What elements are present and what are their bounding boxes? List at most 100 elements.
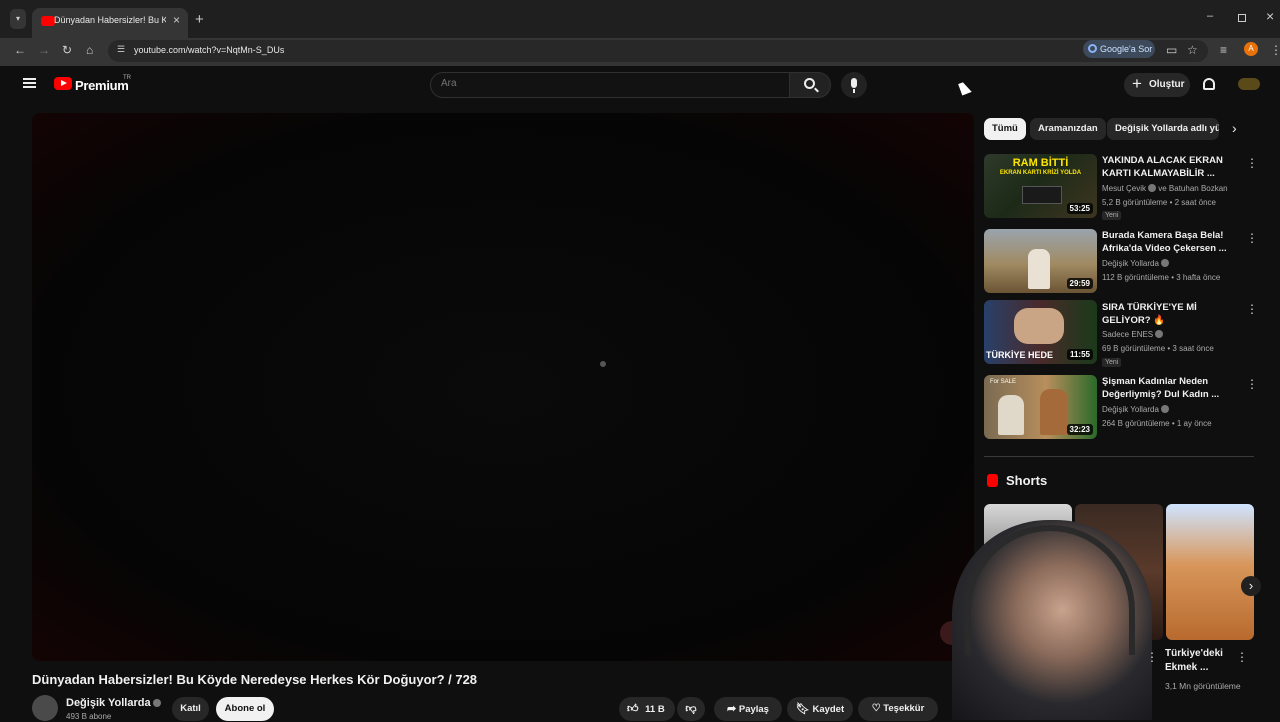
more-options-icon[interactable]: ⋮	[1246, 156, 1258, 170]
video-card-meta: 69 B görüntüleme • 3 saat önce	[1102, 344, 1214, 353]
like-button[interactable]: 👍︎ 11 B	[619, 697, 675, 721]
thumbnail-text: RAM BİTTİ	[1012, 157, 1069, 169]
create-label: Oluştur	[1149, 79, 1185, 90]
search-input[interactable]	[441, 78, 771, 89]
share-button[interactable]: ➦ Paylaş	[714, 697, 782, 721]
join-button[interactable]: Katıl	[172, 697, 209, 721]
google-ask-button[interactable]: Google'a Sor	[1083, 40, 1155, 58]
reload-icon[interactable]: ↻	[62, 43, 72, 57]
tab-title: Dünyadan Habersizler! Bu Köyde	[54, 15, 166, 25]
short-more-icon[interactable]: ⋮	[1236, 650, 1248, 664]
video-card-meta: 5,2 B görüntüleme • 2 saat önce	[1102, 198, 1216, 207]
thanks-button[interactable]: ♡ Teşekkür	[858, 697, 938, 721]
reading-list-icon[interactable]: ≡	[1220, 43, 1227, 57]
tab-list-button[interactable]: ▾	[10, 9, 26, 29]
channel-name[interactable]: Değişik Yollarda	[66, 697, 161, 709]
notifications-bell-icon[interactable]	[1203, 78, 1215, 90]
video-card-channel[interactable]: Değişik Yollarda	[1102, 405, 1169, 414]
brand-name[interactable]: Premium	[75, 78, 129, 93]
menu-dots-icon[interactable]: ⋮	[1270, 43, 1280, 57]
tab-close-icon[interactable]: ×	[173, 13, 180, 27]
video-card-channel[interactable]: Değişik Yollarda	[1102, 259, 1169, 268]
search-icon	[804, 78, 815, 89]
list-item[interactable]: For SALE 32:23 Şişman Kadınlar Neden Değ…	[984, 375, 1264, 443]
thumbs-up-icon: 👍︎	[627, 703, 639, 715]
close-window-button[interactable]: ×	[1266, 8, 1274, 24]
list-item[interactable]: RAM BİTTİ EKRAN KARTI KRİZİ YOLDA 53:25 …	[984, 154, 1264, 222]
thumbnail-figure	[1028, 249, 1050, 289]
video-card-title[interactable]: SIRA TÜRKİYE'YE Mİ GELİYOR? 🔥	[1102, 301, 1242, 327]
google-ask-label: Google'a Sor	[1100, 44, 1153, 54]
chips-next-icon[interactable]: ›	[1232, 120, 1237, 136]
video-thumbnail[interactable]: TÜRKİYE HEDE 11:55	[984, 300, 1097, 364]
video-duration: 29:59	[1066, 278, 1093, 289]
video-duration: 32:23	[1066, 424, 1093, 435]
verified-icon	[1155, 330, 1164, 338]
home-icon[interactable]: ⌂	[86, 43, 93, 57]
google-lens-icon	[1088, 44, 1097, 53]
video-card-title[interactable]: YAKINDA ALACAK EKRAN KARTI KALMAYABİLİR …	[1102, 154, 1242, 180]
cast-icon[interactable]: ▭	[1166, 43, 1177, 57]
video-thumbnail[interactable]: 29:59	[984, 229, 1097, 293]
site-info-icon[interactable]: ☰	[117, 44, 125, 55]
forward-icon[interactable]: →	[38, 43, 50, 57]
chip-channel[interactable]: Değişik Yollarda adlı yük	[1107, 118, 1219, 140]
divider	[984, 456, 1254, 457]
list-item[interactable]: TÜRKİYE HEDE 11:55 SIRA TÜRKİYE'YE Mİ GE…	[984, 300, 1264, 368]
dislike-button[interactable]: 👎︎	[677, 697, 705, 721]
address-field[interactable]: ☰ youtube.com/watch?v=NqtMn-S_DUs	[108, 40, 1208, 62]
more-options-icon[interactable]: ⋮	[1246, 302, 1258, 316]
verified-icon	[1160, 259, 1169, 267]
video-card-channel[interactable]: Mesut Çevik ve Batuhan Bozkan	[1102, 184, 1228, 193]
heart-dollar-icon: ♡	[871, 703, 881, 714]
new-tab-button[interactable]: +	[195, 11, 204, 28]
chip-all[interactable]: Tümü	[984, 118, 1026, 140]
video-card-channel[interactable]: Sadece ENES	[1102, 330, 1164, 339]
video-title: Dünyadan Habersizler! Bu Köyde Neredeyse…	[32, 672, 478, 687]
video-duration: 11:55	[1066, 349, 1093, 360]
brand-region: TR	[123, 75, 131, 81]
back-icon[interactable]: ←	[14, 43, 26, 57]
video-duration: 53:25	[1066, 203, 1093, 214]
create-button[interactable]: Oluştur	[1124, 73, 1190, 97]
minimize-button[interactable]: –	[1207, 10, 1213, 22]
save-button[interactable]: 🔖︎ Kaydet	[787, 697, 853, 721]
shorts-heading: Shorts	[1006, 473, 1048, 488]
subscribe-button[interactable]: Abone ol	[216, 697, 274, 721]
video-player[interactable]	[32, 113, 974, 661]
new-badge: Yeni	[1102, 358, 1122, 367]
like-count: 11 B	[645, 704, 665, 715]
chip-from-search[interactable]: Aramanızdan	[1030, 118, 1106, 140]
list-item[interactable]: 29:59 Burada Kamera Başa Bela! Afrika'da…	[984, 229, 1264, 297]
thumbnail-faces	[1014, 308, 1064, 344]
video-card-title[interactable]: Burada Kamera Başa Bela! Afrika'da Video…	[1102, 229, 1242, 255]
bookmark-icon: 🔖︎	[795, 703, 810, 715]
video-card-title[interactable]: Şişman Kadınlar Neden Değerliymiş? Dul K…	[1102, 375, 1242, 401]
channel-avatar[interactable]	[32, 695, 58, 721]
search-button[interactable]	[789, 72, 831, 98]
video-thumbnail[interactable]: RAM BİTTİ EKRAN KARTI KRİZİ YOLDA 53:25	[984, 154, 1097, 218]
more-options-icon[interactable]: ⋮	[1246, 377, 1258, 391]
short-thumbnail[interactable]	[1166, 504, 1254, 640]
hamburger-menu-icon[interactable]	[23, 78, 36, 88]
short-title[interactable]: Türkiye'deki Ekmek ...	[1165, 647, 1245, 675]
thumbnail-subtext: EKRAN KARTI KRİZİ YOLDA	[999, 170, 1082, 176]
browser-profile-avatar[interactable]: A	[1244, 42, 1258, 56]
shorts-next-icon[interactable]: ›	[1241, 576, 1261, 596]
youtube-logo-icon[interactable]	[54, 77, 72, 90]
shorts-logo-icon	[987, 474, 998, 487]
short-more-icon[interactable]: ⋮	[1146, 650, 1158, 664]
video-thumbnail[interactable]: For SALE 32:23	[984, 375, 1097, 439]
restore-button[interactable]	[1238, 14, 1246, 22]
browser-tab[interactable]: Dünyadan Habersizler! Bu Köyde ×	[32, 8, 188, 38]
account-avatar[interactable]	[1238, 78, 1260, 90]
more-options-icon[interactable]: ⋮	[1246, 231, 1258, 245]
thanks-label: Teşekkür	[883, 703, 925, 714]
thumbnail-figure	[998, 395, 1024, 435]
voice-search-button[interactable]	[841, 72, 867, 98]
bookmark-star-icon[interactable]: ☆	[1187, 43, 1198, 57]
share-icon: ➦	[727, 703, 737, 715]
gpu-image	[1022, 186, 1062, 204]
verified-icon	[152, 699, 161, 707]
verified-icon	[1160, 405, 1169, 413]
